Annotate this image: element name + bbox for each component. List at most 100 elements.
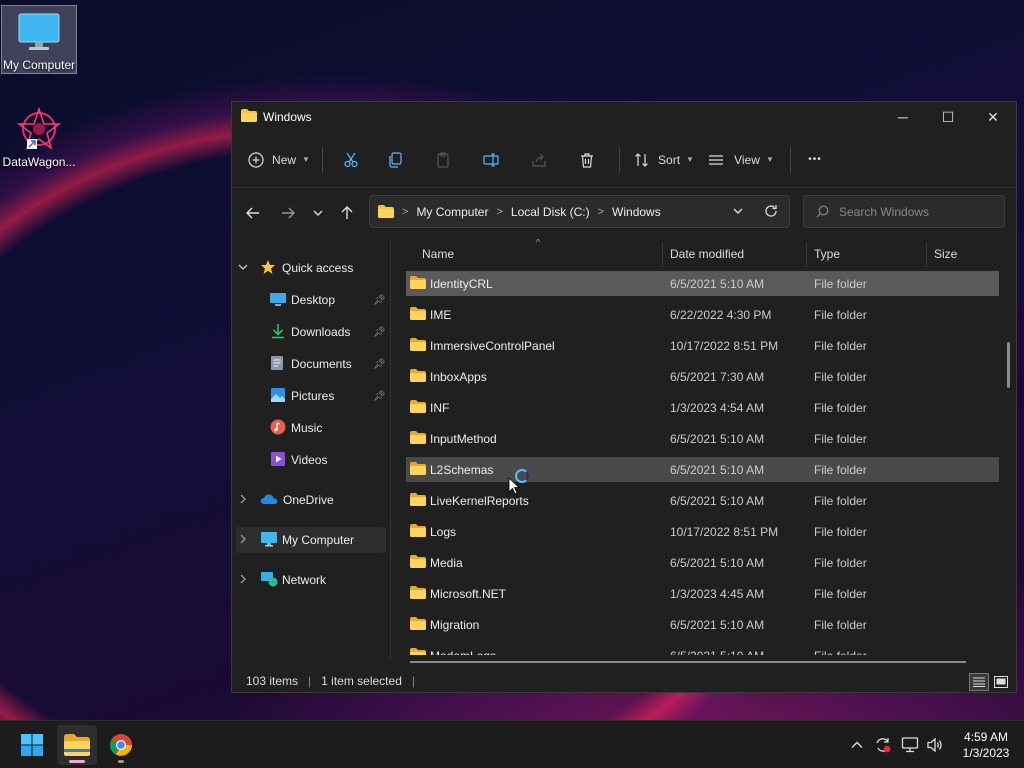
folder-icon xyxy=(410,555,426,568)
breadcrumb-separator: > xyxy=(496,205,503,218)
taskbar-file-explorer[interactable] xyxy=(57,725,97,765)
column-header-name[interactable]: Name xyxy=(422,239,662,269)
volume-button[interactable] xyxy=(926,721,944,768)
file-name: IME xyxy=(430,307,452,322)
search-input[interactable] xyxy=(839,204,989,219)
file-row[interactable]: Microsoft.NET 1/3/2023 4:45 AM File folder xyxy=(406,581,999,606)
sync-icon xyxy=(876,738,891,753)
desktop-icon-my-computer[interactable]: My Computer xyxy=(1,5,77,74)
column-separator[interactable] xyxy=(926,243,927,267)
copy-button[interactable] xyxy=(371,144,419,176)
breadcrumb-my-computer[interactable]: My Computer xyxy=(416,205,488,219)
sidebar-item-onedrive[interactable]: OneDrive xyxy=(238,487,388,513)
search-box[interactable] xyxy=(803,195,1005,228)
delete-button[interactable] xyxy=(563,144,611,176)
desktop-icon-datawagon[interactable]: DataWagon... xyxy=(1,103,77,173)
close-button[interactable]: ✕ xyxy=(970,102,1016,132)
file-row[interactable]: L2Schemas 6/5/2021 5:10 AM File folder xyxy=(406,457,999,482)
recent-locations-button[interactable] xyxy=(302,197,334,229)
column-header-type[interactable]: Type xyxy=(814,239,926,269)
forward-button[interactable] xyxy=(272,197,304,229)
file-name: Media xyxy=(430,555,463,570)
view-label: View xyxy=(734,152,760,167)
window-title: Windows xyxy=(263,110,312,124)
show-hidden-icons-button[interactable] xyxy=(850,721,864,768)
file-type: File folder xyxy=(814,524,867,539)
file-row[interactable]: IdentityCRL 6/5/2021 5:10 AM File folder xyxy=(406,271,999,296)
sidebar-item-network[interactable]: Network xyxy=(238,567,388,593)
file-row[interactable]: ImmersiveControlPanel 10/17/2022 8:51 PM F… xyxy=(406,333,999,358)
rename-button[interactable] xyxy=(467,144,515,176)
sidebar-item-label: Videos xyxy=(291,453,328,467)
file-row[interactable]: Logs 10/17/2022 8:51 PM File folder xyxy=(406,519,999,544)
file-row[interactable]: ModemLogs 6/5/2021 5:10 AM File folder xyxy=(406,643,999,655)
sidebar-item-label: Quick access xyxy=(282,261,354,275)
up-button[interactable] xyxy=(331,197,363,229)
file-type: File folder xyxy=(814,649,867,656)
desktop-icon xyxy=(270,292,286,309)
sidebar-item-videos[interactable]: Videos xyxy=(270,447,388,473)
taskbar-chrome[interactable] xyxy=(101,725,141,765)
network-icon xyxy=(260,571,278,590)
minimize-button[interactable]: ─ xyxy=(880,102,926,132)
folder-icon xyxy=(410,276,426,289)
new-button[interactable]: New ▼ xyxy=(244,144,314,176)
folder-icon xyxy=(410,431,426,444)
maximize-button[interactable]: ☐ xyxy=(925,102,971,132)
file-row[interactable]: InboxApps 6/5/2021 7:30 AM File folder xyxy=(406,364,999,389)
share-button[interactable] xyxy=(515,144,563,176)
sidebar-item-quick-access[interactable]: Quick access xyxy=(238,255,388,281)
toolbar-divider xyxy=(619,146,620,173)
view-button[interactable]: View ▼ xyxy=(700,144,782,176)
column-separator[interactable] xyxy=(806,243,807,267)
column-header-date[interactable]: Date modified xyxy=(670,239,806,269)
file-row[interactable]: Migration 6/5/2021 5:10 AM File folder xyxy=(406,612,999,637)
sidebar-item-pictures[interactable]: Pictures 📌︎ xyxy=(270,383,388,409)
more-options-button[interactable]: ••• xyxy=(799,144,831,176)
clock[interactable]: 4:59 AM 1/3/2023 xyxy=(952,729,1020,761)
file-name: INF xyxy=(430,400,450,415)
column-header-label: Type xyxy=(814,247,841,261)
loading-spinner-icon xyxy=(515,469,529,483)
horizontal-scrollbar-thumb[interactable] xyxy=(410,661,966,663)
address-bar[interactable]: > My Computer > Local Disk (C:) > Window… xyxy=(369,195,790,228)
file-date: 6/5/2021 5:10 AM xyxy=(670,493,765,508)
start-button[interactable] xyxy=(12,725,52,765)
address-dropdown-button[interactable] xyxy=(732,205,744,220)
picture-icon xyxy=(270,387,286,406)
sidebar-item-my-computer[interactable]: My Computer xyxy=(236,527,386,553)
file-row[interactable]: IME 6/22/2022 4:30 PM File folder xyxy=(406,302,999,327)
column-separator[interactable] xyxy=(662,243,663,267)
sidebar-item-label: Desktop xyxy=(291,293,336,307)
breadcrumb-windows[interactable]: Windows xyxy=(612,205,661,219)
sidebar-item-downloads[interactable]: Downloads 📌︎ xyxy=(270,319,388,345)
speaker-icon xyxy=(927,737,942,753)
details-view-button[interactable] xyxy=(969,673,989,691)
chevron-right-icon xyxy=(238,573,252,587)
network-status-icon[interactable] xyxy=(901,721,919,768)
back-button[interactable] xyxy=(237,197,269,229)
sidebar-item-documents[interactable]: Documents 📌︎ xyxy=(270,351,388,377)
refresh-button[interactable] xyxy=(764,204,778,221)
breadcrumb-separator: > xyxy=(402,205,409,218)
file-row[interactable]: LiveKernelReports 6/5/2021 5:10 AM File fo… xyxy=(406,488,999,513)
arrow-up-icon xyxy=(341,206,353,219)
sidebar-item-desktop[interactable]: Desktop 📌︎ xyxy=(270,287,388,313)
sidebar-item-label: Network xyxy=(282,573,327,587)
tiles-view-button[interactable] xyxy=(991,673,1011,691)
sync-status-icon[interactable] xyxy=(874,721,892,768)
folder-icon xyxy=(64,734,90,756)
cut-button[interactable] xyxy=(331,144,371,176)
column-header-label: Size xyxy=(934,247,958,261)
file-row[interactable]: INF 1/3/2023 4:54 AM File folder xyxy=(406,395,999,420)
file-row[interactable]: Media 6/5/2021 5:10 AM File folder xyxy=(406,550,999,575)
column-header-size[interactable]: Size xyxy=(934,239,994,269)
breadcrumb-local-disk[interactable]: Local Disk (C:) xyxy=(511,205,590,219)
file-row[interactable]: InputMethod 6/5/2021 5:10 AM File folder xyxy=(406,426,999,451)
file-name: Microsoft.NET xyxy=(430,586,507,601)
sort-button[interactable]: Sort ▼ xyxy=(628,144,700,176)
vertical-scrollbar-thumb[interactable] xyxy=(1007,342,1010,388)
paste-button[interactable] xyxy=(419,144,467,176)
sidebar-item-music[interactable]: Music xyxy=(270,415,388,441)
clock-time: 4:59 AM xyxy=(963,730,1009,744)
